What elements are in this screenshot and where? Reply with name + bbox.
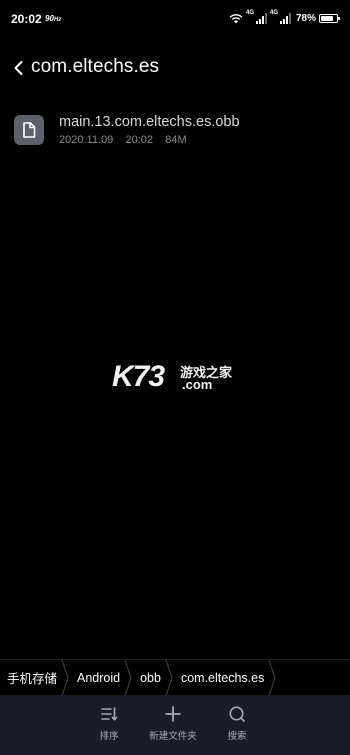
status-bar: 20:02 90Hz 4G 4G 78%	[0, 0, 350, 36]
breadcrumb: 手机存储 Android obb com.eltechs.es	[0, 659, 350, 696]
search-label: 搜索	[227, 731, 247, 742]
refresh-rate-unit: Hz	[53, 17, 62, 23]
file-name: main.13.com.eltechs.es.obb	[59, 114, 240, 130]
refresh-rate-value: 90	[45, 14, 54, 23]
sort-icon	[101, 707, 118, 721]
search-button[interactable]: 搜索	[202, 695, 272, 755]
file-time: 20:02	[125, 134, 154, 146]
cell-signal-1-icon: 4G	[245, 10, 267, 24]
page-title: com.eltechs.es	[31, 56, 160, 77]
breadcrumb-item-obb[interactable]: obb	[132, 659, 173, 696]
document-file-icon	[14, 115, 44, 145]
file-manager-screen: 20:02 90Hz 4G 4G 78% com.eltechs.es main…	[0, 0, 350, 755]
chevron-right-icon	[268, 659, 276, 696]
file-list-item[interactable]: main.13.com.eltechs.es.obb 2020.11.09 20…	[0, 106, 350, 156]
chevron-right-icon	[165, 659, 173, 696]
watermark-brand: K73	[112, 360, 165, 393]
header-bar: com.eltechs.es	[0, 52, 350, 84]
sort-button[interactable]: 排序	[74, 695, 144, 755]
file-meta: 2020.11.09 20:02 84M	[59, 134, 187, 146]
chevron-right-icon	[61, 659, 69, 696]
plus-icon	[165, 706, 181, 722]
breadcrumb-item-current[interactable]: com.eltechs.es	[173, 659, 276, 696]
breadcrumb-item-phone-storage[interactable]: 手机存储	[0, 659, 69, 696]
file-size: 84M	[165, 134, 187, 146]
wifi-icon	[229, 13, 243, 23]
battery-icon	[319, 13, 340, 23]
network-type-1: 4G	[245, 10, 254, 16]
refresh-rate-indicator: 90Hz	[45, 14, 61, 23]
watermark-domain: .com	[182, 377, 213, 392]
chevron-right-icon	[124, 659, 132, 696]
new-folder-label: 新建文件夹	[149, 731, 197, 742]
new-folder-button[interactable]: 新建文件夹	[138, 695, 208, 755]
search-icon	[229, 706, 245, 722]
battery-percent: 78%	[295, 12, 316, 24]
bottom-toolbar: 排序 新建文件夹 搜索	[0, 695, 350, 755]
network-type-2: 4G	[269, 10, 278, 16]
breadcrumb-item-android[interactable]: Android	[69, 659, 132, 696]
back-arrow-icon[interactable]	[12, 60, 26, 76]
file-date: 2020.11.09	[59, 134, 114, 146]
breadcrumb-label: com.eltechs.es	[180, 670, 265, 685]
sort-label: 排序	[99, 731, 119, 742]
battery-level-fill	[321, 15, 333, 21]
cell-signal-2-icon: 4G	[269, 10, 291, 24]
status-time: 20:02	[11, 12, 42, 26]
status-icons: 4G 4G 78%	[229, 10, 340, 25]
breadcrumb-label: Android	[77, 670, 121, 685]
breadcrumb-label: 手机存储	[7, 672, 58, 686]
breadcrumb-label: obb	[140, 670, 161, 685]
k73-watermark-logo: K73 游戏之家 .com	[112, 358, 242, 398]
